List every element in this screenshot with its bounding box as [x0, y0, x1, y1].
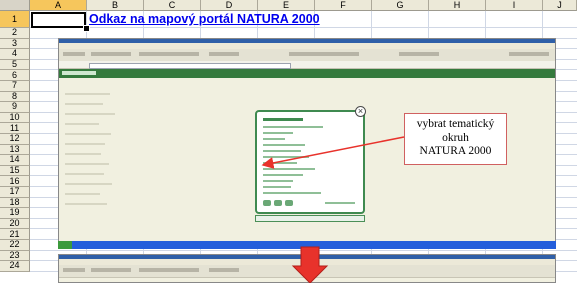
portal-header-bar [59, 69, 555, 78]
row-header-10[interactable]: 10 [0, 113, 30, 124]
row-header-7[interactable]: 7 [0, 81, 30, 92]
column-header-f[interactable]: F [315, 0, 372, 11]
row-header-5[interactable]: 5 [0, 60, 30, 71]
natura-portal-link[interactable]: Odkaz na mapový portál NATURA 2000 [89, 12, 320, 26]
callout-line-3: NATURA 2000 [419, 145, 492, 157]
select-all-corner[interactable] [0, 0, 30, 11]
row-header-15[interactable]: 15 [0, 166, 30, 177]
row-header-1[interactable]: 1 [0, 11, 30, 28]
embedded-portal-screenshot-2 [58, 254, 556, 283]
column-header-g[interactable]: G [372, 0, 429, 11]
row-header-20[interactable]: 20 [0, 219, 30, 230]
row-header-22[interactable]: 22 [0, 240, 30, 251]
callout-line-2: okruh [442, 131, 469, 144]
callout-line-1: vybrat tematický [416, 118, 495, 130]
dialog-close-icon: × [355, 106, 366, 117]
column-header-j[interactable]: J [543, 0, 577, 11]
row-header-17[interactable]: 17 [0, 187, 30, 198]
column-header-e[interactable]: E [258, 0, 315, 11]
thematic-topic-dialog [255, 110, 365, 214]
windows-taskbar [58, 241, 556, 249]
active-cell-a1[interactable] [31, 12, 86, 28]
dialog-status-bar [255, 215, 365, 222]
column-header-a[interactable]: A [30, 0, 87, 11]
row-header-24[interactable]: 24 [0, 261, 30, 272]
start-button [58, 241, 72, 249]
column-header-i[interactable]: I [486, 0, 543, 11]
portal-sidebar [61, 83, 126, 233]
column-header-d[interactable]: D [201, 0, 258, 11]
column-header-b[interactable]: B [87, 0, 144, 11]
fill-handle[interactable] [83, 25, 90, 32]
row-header-2[interactable]: 2 [0, 28, 30, 39]
column-header-c[interactable]: C [144, 0, 201, 11]
row-header-12[interactable]: 12 [0, 134, 30, 145]
annotation-callout: vybrat tematický okruh NATURA 2000 [404, 113, 507, 165]
column-header-h[interactable]: H [429, 0, 486, 11]
spreadsheet: ABCDEFGHIJ 1 2 3 4 5 6 7 8 9 10 11 12 13 14 15 16 17 18 19… [0, 0, 577, 283]
